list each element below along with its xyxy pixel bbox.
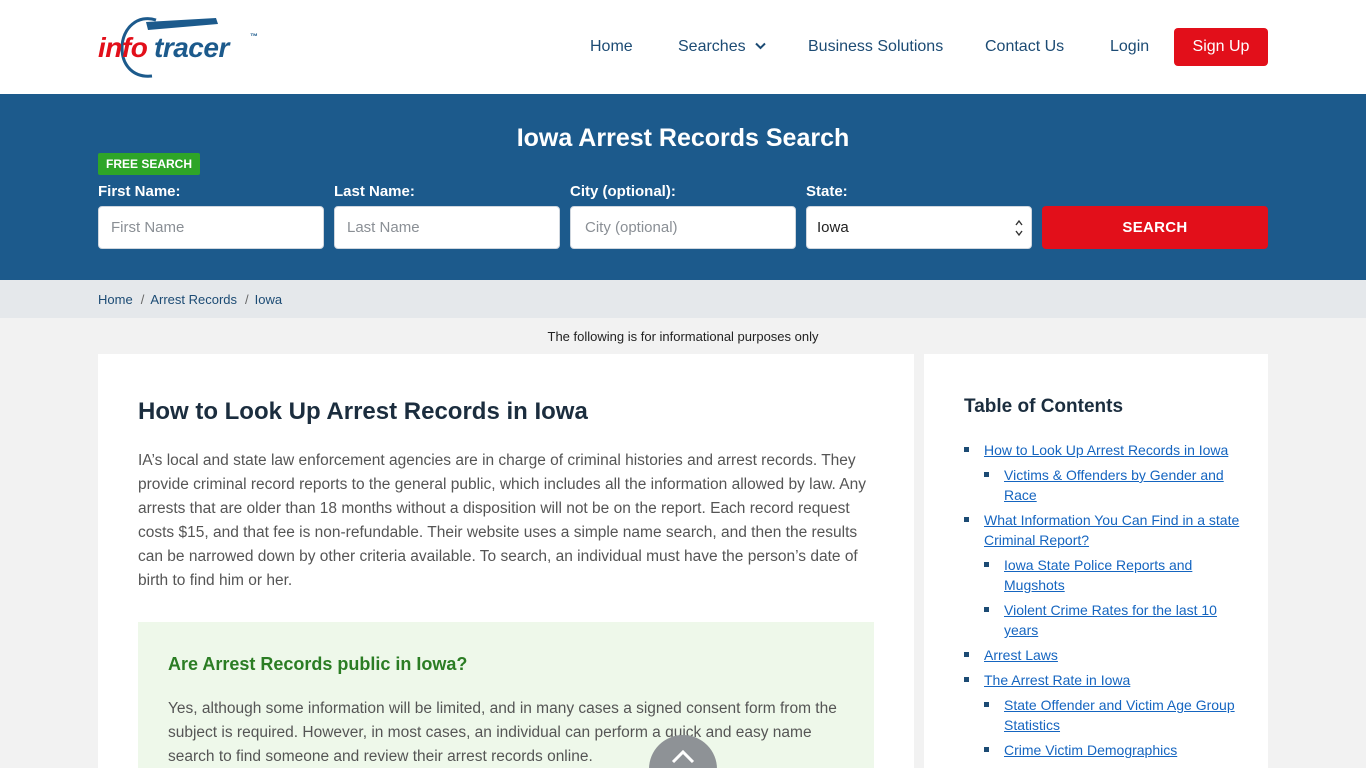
chevron-up-icon (671, 749, 695, 764)
city-label: City (optional): (570, 183, 676, 200)
article-paragraph: IA’s local and state law enforcement age… (138, 452, 867, 589)
breadcrumb-home[interactable]: Home (98, 292, 133, 307)
public-records-callout: Are Arrest Records public in Iowa? Yes, … (138, 622, 874, 768)
toc-item: Arrest Laws (964, 645, 1244, 665)
informational-note: The following is for informational purpo… (547, 329, 819, 344)
nav-searches-label: Searches (678, 38, 746, 55)
toc-bullet (964, 677, 969, 682)
last-name-label: Last Name: (334, 183, 415, 200)
search-hero: Iowa Arrest Records Search FREE SEARCH F… (0, 94, 1366, 280)
city-input[interactable] (570, 206, 796, 249)
breadcrumb: Home / Arrest Records / Iowa (98, 292, 282, 307)
last-name-input[interactable] (334, 206, 560, 249)
toc-bullet (964, 447, 969, 452)
state-select[interactable]: Iowa (806, 206, 1032, 249)
search-button[interactable]: SEARCH (1042, 206, 1268, 249)
toc-item: State Offender and Victim Age Group Stat… (964, 695, 1244, 735)
article-content: How to Look Up Arrest Records in Iowa IA… (98, 354, 914, 768)
toc-link-arrest-rate[interactable]: The Arrest Rate in Iowa (984, 672, 1130, 688)
callout-text: Yes, although some information will be l… (168, 700, 837, 765)
toc-bullet (964, 517, 969, 522)
toc-bullet (984, 472, 989, 477)
nav-contact-us[interactable]: Contact Us (985, 38, 1064, 56)
breadcrumb-bar: Home / Arrest Records / Iowa (0, 280, 1366, 318)
toc-bullet (984, 702, 989, 707)
nav-home[interactable]: Home (590, 38, 633, 56)
logo-trademark: ™ (250, 32, 258, 41)
state-label: State: (806, 183, 848, 200)
toc-bullet (984, 562, 989, 567)
first-name-input[interactable] (98, 206, 324, 249)
toc-item: The Arrest Rate in Iowa (964, 670, 1244, 690)
toc-bullet (984, 747, 989, 752)
article-title: How to Look Up Arrest Records in Iowa (138, 398, 588, 425)
toc-link-criminal-report[interactable]: What Information You Can Find in a state… (984, 512, 1239, 548)
toc-list: How to Look Up Arrest Records in Iowa Vi… (964, 440, 1244, 765)
toc-item: Victims & Offenders by Gender and Race (964, 465, 1244, 505)
logo-info-text: info (98, 32, 148, 63)
nav-searches[interactable]: Searches (678, 38, 766, 56)
toc-item: Iowa State Police Reports and Mugshots (964, 555, 1244, 595)
chevron-down-icon (754, 42, 766, 50)
toc-link-police-reports[interactable]: Iowa State Police Reports and Mugshots (1004, 557, 1192, 593)
callout-title: Are Arrest Records public in Iowa? (168, 654, 468, 674)
toc-bullet (964, 652, 969, 657)
site-header: info tracer ™ Home Searches Business Sol… (0, 0, 1366, 94)
toc-link-demographics[interactable]: Crime Victim Demographics (1004, 742, 1177, 758)
breadcrumb-separator: / (140, 292, 145, 307)
toc-bullet (984, 607, 989, 612)
toc-link-violent-crime[interactable]: Violent Crime Rates for the last 10 year… (1004, 602, 1217, 638)
toc-item: Violent Crime Rates for the last 10 year… (964, 600, 1244, 640)
free-search-badge: FREE SEARCH (98, 153, 201, 175)
state-select-value: Iowa (817, 219, 849, 236)
infotracer-logo[interactable]: info tracer ™ (98, 14, 263, 80)
toc-item: Crime Victim Demographics (964, 740, 1244, 760)
logo-tracer-text: tracer (154, 32, 229, 63)
toc-link-arrest-laws[interactable]: Arrest Laws (984, 647, 1058, 663)
nav-business-solutions[interactable]: Business Solutions (808, 38, 943, 56)
toc-link-age-group[interactable]: State Offender and Victim Age Group Stat… (1004, 697, 1235, 733)
toc-item: How to Look Up Arrest Records in Iowa (964, 440, 1244, 460)
hero-title: Iowa Arrest Records Search (516, 124, 850, 152)
updown-arrows-icon (1015, 219, 1023, 237)
toc-item: What Information You Can Find in a state… (964, 510, 1244, 550)
first-name-label: First Name: (98, 183, 181, 200)
toc-title: Table of Contents (964, 396, 1124, 417)
nav-login[interactable]: Login (1110, 38, 1149, 56)
breadcrumb-separator: / (245, 292, 249, 307)
toc-link-look-up[interactable]: How to Look Up Arrest Records in Iowa (984, 442, 1228, 458)
breadcrumb-arrest-records[interactable]: Arrest Records (150, 292, 237, 307)
signup-button[interactable]: Sign Up (1174, 28, 1268, 66)
table-of-contents: Table of Contents How to Look Up Arrest … (924, 354, 1268, 768)
breadcrumb-iowa[interactable]: Iowa (255, 292, 282, 307)
toc-link-victims-offenders[interactable]: Victims & Offenders by Gender and Race (1004, 467, 1224, 503)
